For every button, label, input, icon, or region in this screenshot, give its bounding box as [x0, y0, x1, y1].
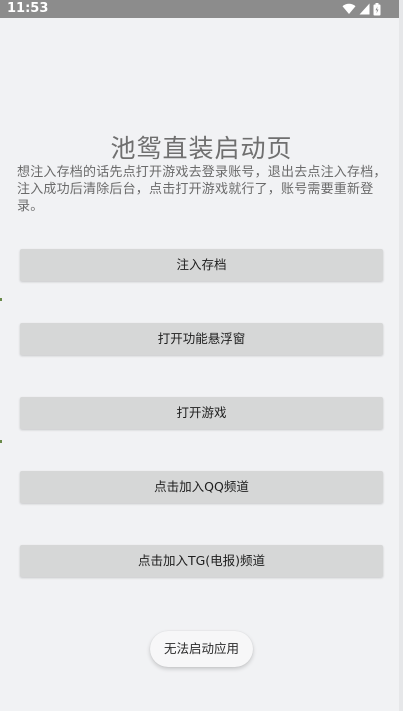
join-qq-channel-button[interactable]: 点击加入QQ频道 — [20, 471, 383, 503]
edge-tick — [0, 440, 2, 443]
edge-shadow — [399, 0, 403, 711]
status-icons — [342, 2, 381, 16]
status-time: 11:53 — [7, 1, 49, 16]
open-game-button[interactable]: 打开游戏 — [20, 397, 383, 429]
join-tg-channel-button[interactable]: 点击加入TG(电报)频道 — [20, 545, 383, 577]
edge-tick — [0, 298, 2, 301]
open-floating-window-button[interactable]: 打开功能悬浮窗 — [20, 323, 383, 355]
wifi-icon — [342, 3, 356, 15]
page-title: 池鸳直装启动页 — [110, 134, 293, 163]
cannot-launch-button[interactable]: 无法启动应用 — [150, 631, 253, 667]
instructions-text: 想注入存档的话先点打开游戏去登录账号，退出去点注入存档，注入成功后清除后台，点击… — [17, 165, 387, 214]
status-bar: 11:53 — [0, 0, 403, 18]
signal-icon — [359, 3, 370, 15]
battery-icon — [373, 2, 381, 16]
inject-save-button[interactable]: 注入存档 — [20, 249, 383, 281]
app-screen: 11:53 池鸳直装启动页 想注入存档的话先点打开游戏去登录账号，退出去点注入存… — [0, 0, 403, 711]
